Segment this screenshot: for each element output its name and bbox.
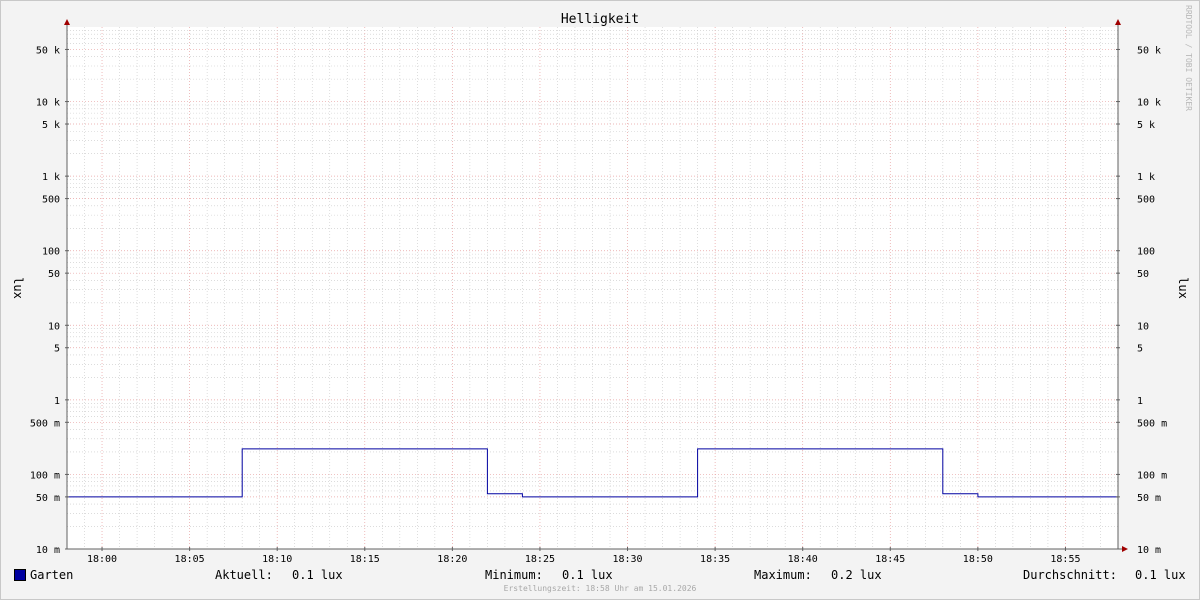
x-tick-label: 18:50	[963, 554, 993, 565]
y-tick-label-left: 500	[42, 195, 60, 206]
rrdtool-watermark: RRDTOOL / TOBI OETIKER	[1184, 5, 1193, 111]
legend-series-name: Garten	[30, 568, 74, 582]
x-tick-label: 18:20	[437, 554, 467, 565]
y-tick-label-left: 1 k	[42, 172, 60, 183]
y-tick-label-left: 5	[54, 344, 60, 355]
y-tick-label-left: 50 k	[36, 45, 60, 56]
y-tick-label-right: 1 k	[1137, 172, 1155, 183]
y-tick-label-right: 10 k	[1137, 98, 1161, 109]
y-tick-label-right: 10	[1137, 321, 1149, 332]
x-tick-label: 18:15	[350, 554, 380, 565]
y-tick-label-right: 50 k	[1137, 45, 1161, 56]
y-tick-label-left: 50 m	[36, 493, 60, 504]
x-tick-label: 18:35	[700, 554, 730, 565]
x-tick-label: 18:45	[875, 554, 905, 565]
y-tick-label-left: 50	[48, 269, 60, 280]
y-axis-arrow-left	[64, 19, 70, 25]
x-axis-arrow	[1122, 546, 1128, 552]
x-tick-label: 18:25	[525, 554, 555, 565]
y-tick-label-right: 5 k	[1137, 120, 1155, 131]
y-tick-label-left: 100	[42, 247, 60, 258]
y-tick-label-left: 10 k	[36, 98, 60, 109]
legend-aktuell-label: Aktuell:	[215, 568, 273, 582]
y-axis-arrow-right	[1115, 19, 1121, 25]
legend-maximum-value: 0.2 lux	[831, 568, 882, 582]
y-tick-label-right: 10 m	[1137, 545, 1161, 556]
legend-minimum-label: Minimum:	[485, 568, 543, 582]
y-tick-label-right: 5	[1137, 344, 1143, 355]
y-tick-label-right: 100	[1137, 247, 1155, 258]
legend-durchschnitt-label: Durchschnitt:	[1023, 568, 1117, 582]
y-tick-label-left: 100 m	[30, 470, 60, 481]
brightness-chart: 18:00 18:05 18:10 18:15 18:20 18:25 18:30 18:35…	[11, 12, 1190, 565]
x-tick-label: 18:40	[788, 554, 818, 565]
x-tick-label: 18:00	[87, 554, 117, 565]
y-tick-label-left: 500 m	[30, 418, 60, 429]
legend-durchschnitt-value: 0.1 lux	[1135, 568, 1186, 582]
x-tick-label: 18:05	[175, 554, 205, 565]
y-axis-label-right: lux	[1176, 277, 1190, 299]
y-tick-label-left: 10 m	[36, 545, 60, 556]
x-tick-label: 18:30	[612, 554, 642, 565]
y-tick-label-left: 1	[54, 396, 60, 407]
y-axis-label-left: lux	[11, 277, 25, 299]
chart-title: Helligkeit	[561, 12, 639, 27]
y-tick-label-right: 1	[1137, 396, 1143, 407]
y-tick-label-left: 10	[48, 321, 60, 332]
legend-maximum-label: Maximum:	[754, 568, 812, 582]
x-tick-label: 18:55	[1050, 554, 1080, 565]
y-tick-label-right: 100 m	[1137, 470, 1167, 481]
footer-timestamp: Erstellungszeit: 18:58 Uhr am 15.01.2026	[503, 584, 697, 593]
legend-minimum-value: 0.1 lux	[562, 568, 613, 582]
legend-aktuell-value: 0.1 lux	[292, 568, 343, 582]
y-tick-label-right: 500	[1137, 195, 1155, 206]
y-tick-label-left: 5 k	[42, 120, 60, 131]
y-tick-label-right: 50	[1137, 269, 1149, 280]
y-tick-label-right: 50 m	[1137, 493, 1161, 504]
y-tick-label-right: 500 m	[1137, 418, 1167, 429]
x-tick-label: 18:10	[262, 554, 292, 565]
legend-swatch-garten	[14, 569, 26, 581]
